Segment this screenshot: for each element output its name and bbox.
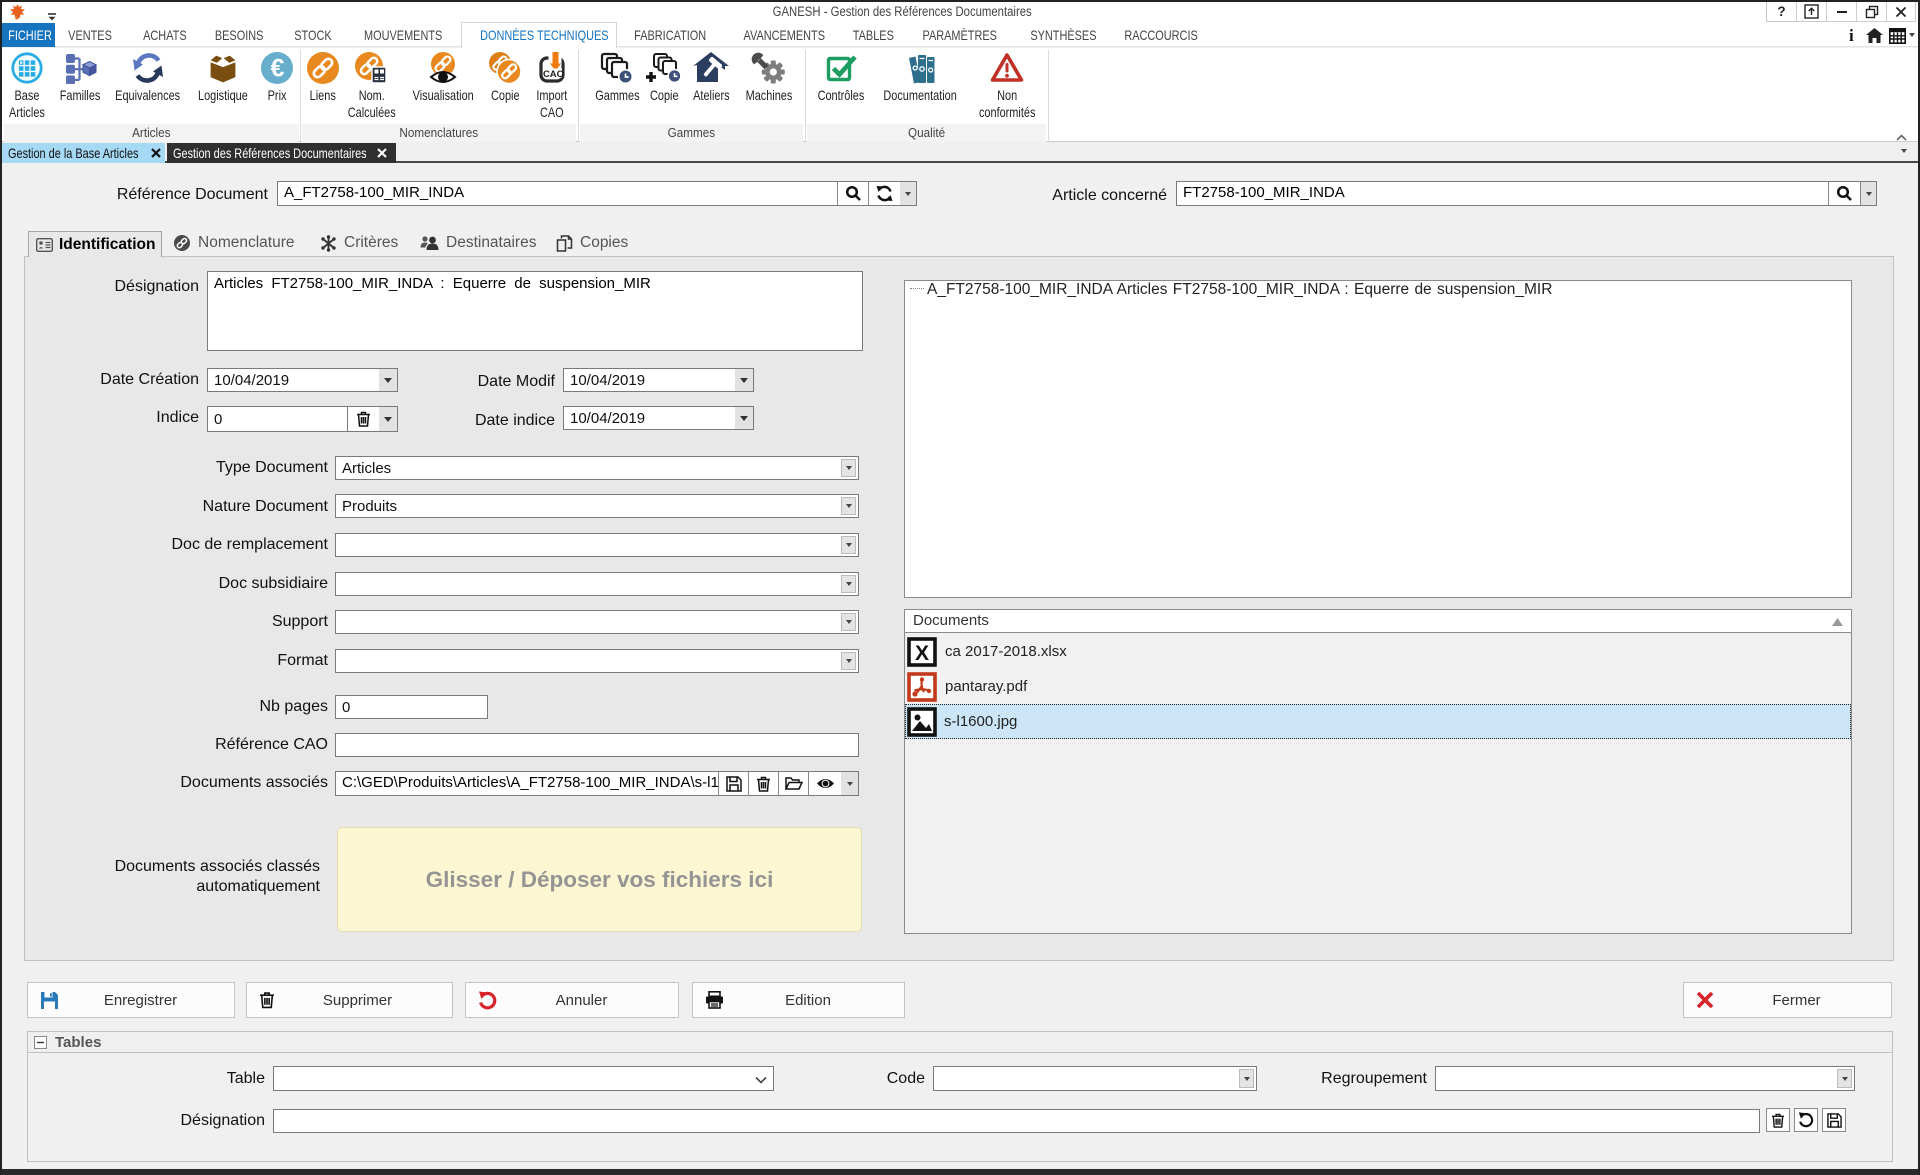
svg-text:€: € [271, 55, 285, 83]
svg-text:CAO: CAO [543, 69, 564, 80]
svg-text:X: X [915, 642, 929, 665]
